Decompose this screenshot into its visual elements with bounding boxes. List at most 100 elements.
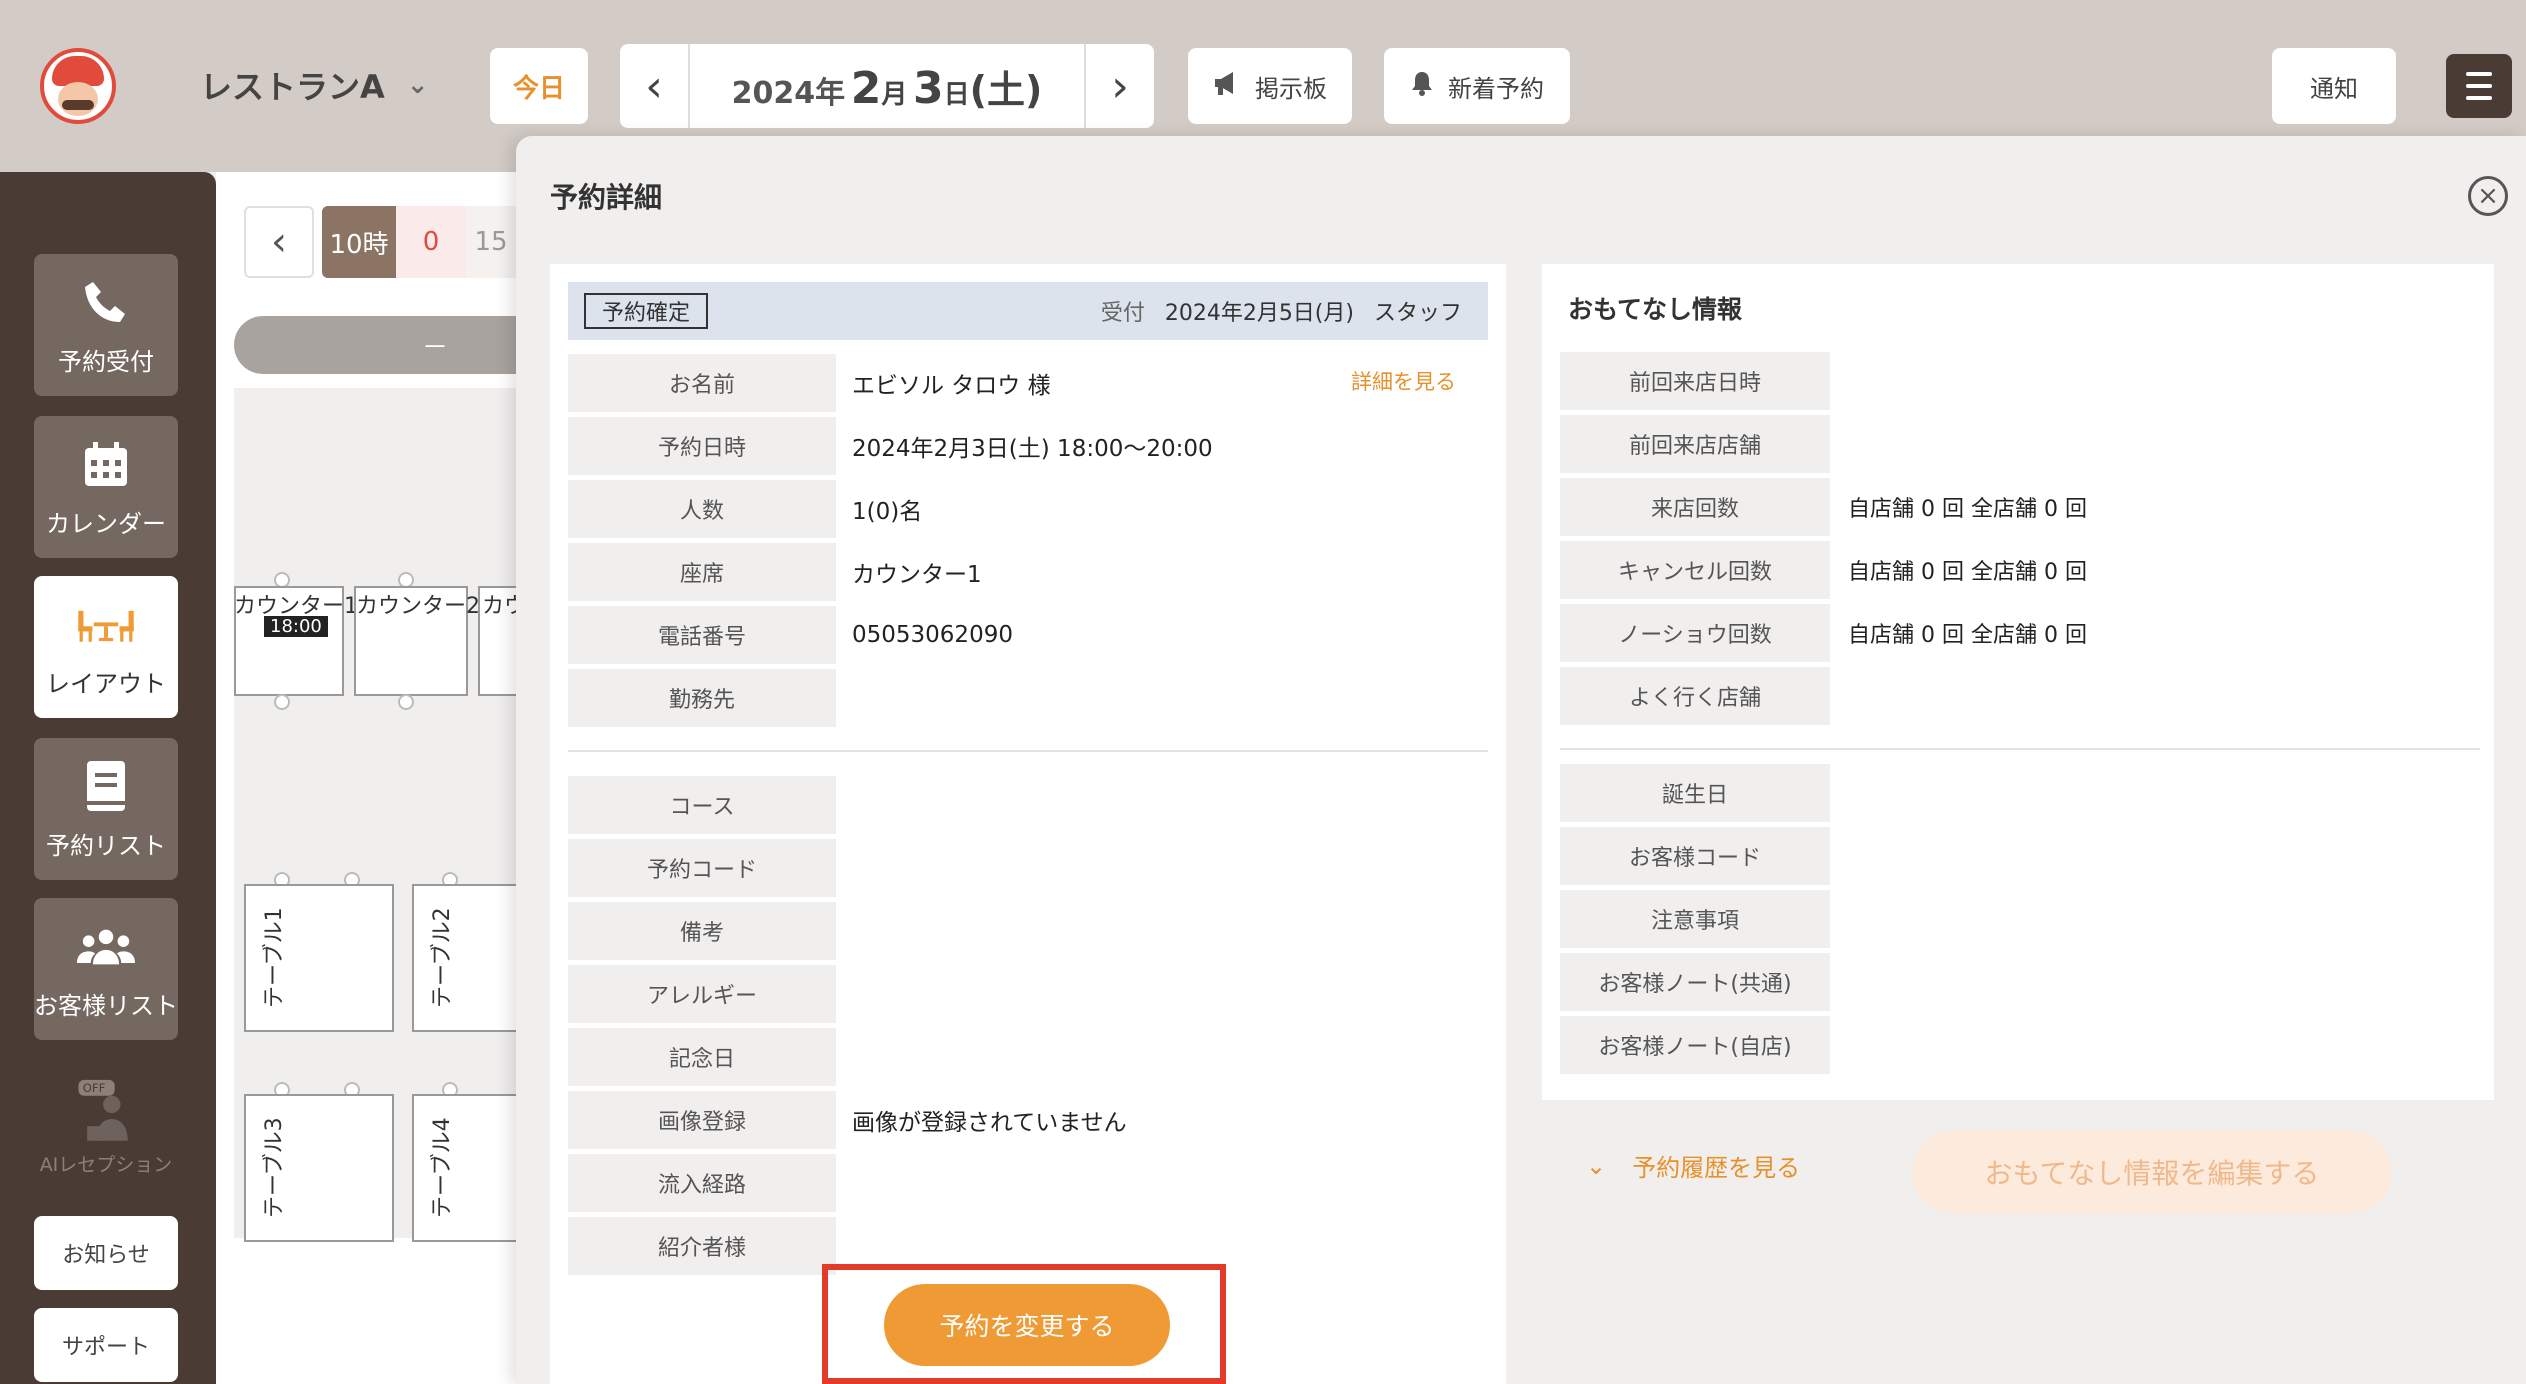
field-label: 注意事項 — [1560, 890, 1830, 948]
hosp-row-noshow-count: ノーショウ回数 自店舗 0 回 全店舗 0 回 — [1560, 604, 2480, 662]
table-label: テーブル2 — [430, 907, 455, 1008]
field-row-source: 流入経路 — [568, 1154, 1488, 1212]
status-bar: 予約確定 受付 2024年2月5日(月) スタッフ — [568, 282, 1488, 340]
chevron-left-icon: ‹ — [645, 60, 663, 112]
chevron-right-icon: › — [1111, 60, 1129, 112]
news-button[interactable]: お知らせ — [34, 1216, 178, 1290]
sidebar-item-customer-list[interactable]: お客様リスト — [34, 898, 178, 1040]
sidebar-item-label: AIレセプション — [39, 1153, 173, 1176]
next-time-tab[interactable]: 15 — [466, 206, 516, 278]
prev-day-button[interactable]: ‹ — [620, 44, 690, 128]
field-label: 誕生日 — [1560, 764, 1830, 822]
sidebar-item-label: 予約受付 — [58, 347, 154, 376]
megaphone-icon — [1213, 70, 1241, 103]
field-label: お客様ノート(自店) — [1560, 1016, 1830, 1074]
seat-time: 18:00 — [264, 616, 328, 637]
count-tab[interactable]: 0 — [396, 206, 466, 278]
current-date: 2024年 2月 3日(土) — [690, 59, 1084, 114]
field-row-party-size: 人数 1(0)名 — [568, 480, 1488, 538]
field-label: 勤務先 — [568, 669, 836, 727]
received-by: スタッフ — [1373, 301, 1462, 326]
restaurant-name: レストランA — [200, 68, 385, 106]
field-value: 画像が登録されていません — [852, 1110, 1127, 1136]
sidebar-item-calendar[interactable]: カレンダー — [34, 416, 178, 558]
layout-prev-button[interactable]: ‹ — [244, 206, 314, 278]
chevron-down-icon: ⌄ — [1586, 1151, 1607, 1180]
new-reservations-button[interactable]: 新着予約 — [1384, 48, 1570, 124]
field-row-image: 画像登録 画像が登録されていません — [568, 1091, 1488, 1149]
svg-text:OFF: OFF — [83, 1081, 105, 1095]
change-reservation-button[interactable]: 予約を変更する — [884, 1284, 1170, 1366]
date-day: 3 — [912, 62, 944, 114]
field-label: 前回来店日時 — [1560, 352, 1830, 410]
field-value: 自店舗 0 回 全店舗 0 回 — [1848, 623, 2087, 648]
field-label: ノーショウ回数 — [1560, 604, 1830, 662]
hosp-row-birthday: 誕生日 — [1560, 764, 2480, 822]
hosp-row-visit-count: 来店回数 自店舗 0 回 全店舗 0 回 — [1560, 478, 2480, 536]
sidebar-item-layout[interactable]: レイアウト — [34, 576, 178, 718]
field-label: 画像登録 — [568, 1091, 836, 1149]
field-row-phone: 電話番号 05053062090 — [568, 606, 1488, 664]
field-row-course: コース — [568, 776, 1488, 834]
chair — [274, 694, 290, 710]
field-label: アレルギー — [568, 965, 836, 1023]
table-chairs-icon — [77, 596, 135, 654]
field-label: キャンセル回数 — [1560, 541, 1830, 599]
edit-hospitality-button[interactable]: おもてなし情報を編集する — [1912, 1130, 2392, 1214]
sidebar-item-reservation-list[interactable]: 予約リスト — [34, 738, 178, 880]
field-label: よく行く店舗 — [1560, 667, 1830, 725]
support-button[interactable]: サポート — [34, 1308, 178, 1382]
layout-canvas: カウンター1 18:00 カウンター2 カウ テーブル1 テーブル2 テーブル3… — [234, 388, 562, 1242]
date-year: 2024年 — [731, 75, 846, 111]
receptionist-icon: OFF — [77, 1079, 135, 1141]
hosp-row-last-visit-store: 前回来店店舗 — [1560, 415, 2480, 473]
bulletin-board-label: 掲示板 — [1255, 74, 1327, 103]
table-label: テーブル3 — [262, 1117, 287, 1218]
next-day-button[interactable]: › — [1084, 44, 1154, 128]
field-row-seat: 座席 カウンター1 — [568, 543, 1488, 601]
hosp-row-last-visit-date: 前回来店日時 — [1560, 352, 2480, 410]
chair — [398, 694, 414, 710]
book-icon — [77, 758, 135, 816]
close-button[interactable]: × — [2468, 176, 2508, 216]
calendar-icon — [77, 436, 135, 494]
field-label: 予約コード — [568, 839, 836, 897]
date-navigator: ‹ 2024年 2月 3日(土) › — [620, 44, 1154, 128]
field-label: 記念日 — [568, 1028, 836, 1086]
restaurant-selector[interactable]: レストランA ⌄ — [200, 62, 429, 108]
field-label: お客様コード — [1560, 827, 1830, 885]
hosp-row-note-common: お客様ノート(共通) — [1560, 953, 2480, 1011]
new-reservations-label: 新着予約 — [1448, 74, 1544, 103]
hosp-row-frequent-store: よく行く店舗 — [1560, 667, 2480, 725]
time-tabs: 10時 0 15 — [322, 206, 516, 278]
hospitality-title: おもてなし情報 — [1568, 295, 1743, 324]
date-month: 2 — [850, 62, 882, 114]
divider — [1560, 748, 2480, 750]
field-row-reservation-code: 予約コード — [568, 839, 1488, 897]
field-label: お名前 — [568, 354, 836, 412]
hosp-row-note-own: お客様ノート(自店) — [1560, 1016, 2480, 1074]
hamburger-menu-button[interactable] — [2446, 54, 2512, 118]
layout-area-bar[interactable]: － — [234, 316, 554, 374]
field-value: 2024年2月3日(土) 18:00〜20:00 — [852, 436, 1213, 462]
field-row-allergy: アレルギー — [568, 965, 1488, 1023]
hosp-row-caution: 注意事項 — [1560, 890, 2480, 948]
reservation-history-link[interactable]: ⌄ 予約履歴を見る — [1586, 1148, 1800, 1183]
field-label: 備考 — [568, 902, 836, 960]
restaurant-logo — [40, 48, 116, 124]
bulletin-board-button[interactable]: 掲示板 — [1188, 48, 1352, 124]
close-icon: × — [2477, 181, 2499, 211]
divider — [568, 750, 1488, 752]
field-label: 人数 — [568, 480, 836, 538]
notification-button[interactable]: 通知 — [2272, 48, 2396, 124]
field-label: 電話番号 — [568, 606, 836, 664]
sidebar-item-reception[interactable]: 予約受付 — [34, 254, 178, 396]
date-month-suffix: 月 — [881, 79, 908, 110]
today-button[interactable]: 今日 — [490, 48, 588, 124]
sidebar-item-label: お客様リスト — [34, 991, 178, 1020]
sidebar: 予約受付 カレンダー レイアウト 予約リスト お客様リスト OFF AIレセプシ… — [0, 172, 216, 1384]
modal-title: 予約詳細 — [550, 181, 663, 214]
hosp-row-cancel-count: キャンセル回数 自店舗 0 回 全店舗 0 回 — [1560, 541, 2480, 599]
hour-tab[interactable]: 10時 — [322, 206, 396, 278]
sidebar-item-ai-reception[interactable]: OFF AIレセプション — [34, 1058, 178, 1200]
